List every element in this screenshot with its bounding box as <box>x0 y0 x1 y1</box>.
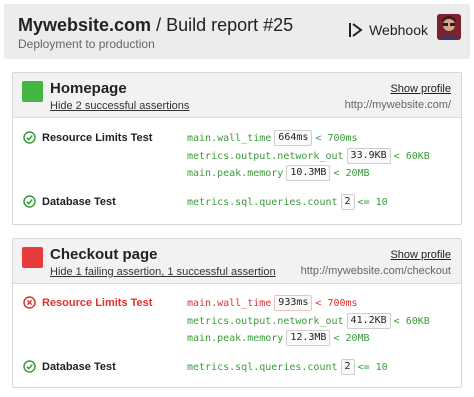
card-header: Checkout page Hide 1 failing assertion, … <box>13 239 461 284</box>
test-name: Database Test <box>42 195 116 208</box>
metric-name: metrics.output.network_out <box>187 315 344 327</box>
assertion-row: main.wall_time 933ms < 700ms <box>187 295 358 311</box>
report-name: Build report #25 <box>166 15 294 35</box>
webhook-link[interactable]: Webhook <box>349 22 428 38</box>
assertion-row: main.peak.memory 12.3MB < 20MB <box>187 330 370 346</box>
metric-name: metrics.sql.queries.count <box>187 196 338 208</box>
metric-threshold: < 60KB <box>393 315 430 327</box>
test-database: Database Test <box>23 360 116 373</box>
assertion-row: metrics.output.network_out 33.9KB < 60KB <box>187 148 430 164</box>
metric-value: 933ms <box>274 295 313 311</box>
check-circle-icon <box>23 195 36 208</box>
card-title: Homepage <box>50 80 127 97</box>
page-url: http://mywebsite.com/ <box>344 99 451 111</box>
webhook-label: Webhook <box>369 22 428 38</box>
report-header: Mywebsite.com / Build report #25 Deploym… <box>4 4 470 59</box>
test-resource-limits: Resource Limits Test <box>23 131 152 144</box>
metric-value: 2 <box>340 359 355 375</box>
assertion-row: metrics.output.network_out 41.2KB < 60KB <box>187 313 430 329</box>
card-title: Checkout page <box>50 246 158 263</box>
toggle-assertions-link[interactable]: Hide 1 failing assertion, 1 successful a… <box>50 266 276 278</box>
page-card-checkout: Checkout page Hide 1 failing assertion, … <box>12 238 462 388</box>
page-title: Mywebsite.com / Build report #25 <box>18 15 293 36</box>
show-profile-link[interactable]: Show profile <box>390 249 451 261</box>
metric-threshold: < 20MB <box>333 167 370 179</box>
check-circle-icon <box>23 360 36 373</box>
assertion-row: main.wall_time 664ms < 700ms <box>187 130 358 146</box>
show-profile-link[interactable]: Show profile <box>390 83 451 95</box>
page-subtitle: Deployment to production <box>18 37 155 51</box>
metric-name: main.wall_time <box>187 132 272 144</box>
assertion-row: metrics.sql.queries.count 2 <= 10 <box>187 194 388 210</box>
metric-threshold: <= 10 <box>357 361 388 373</box>
metric-threshold: < 60KB <box>393 150 430 162</box>
metric-value: 12.3MB <box>286 330 331 346</box>
check-circle-icon <box>23 131 36 144</box>
metric-name: main.wall_time <box>187 297 272 309</box>
metric-value: 664ms <box>274 130 313 146</box>
fail-status-square <box>22 247 43 268</box>
avatar[interactable] <box>437 14 461 40</box>
metric-threshold: < 700ms <box>315 132 358 144</box>
assertion-row: main.peak.memory 10.3MB < 20MB <box>187 165 370 181</box>
metric-name: metrics.output.network_out <box>187 150 344 162</box>
test-database: Database Test <box>23 195 116 208</box>
metric-value: 2 <box>340 194 355 210</box>
page-card-homepage: Homepage Hide 2 successful assertions Sh… <box>12 72 462 225</box>
page-url: http://mywebsite.com/checkout <box>300 265 451 277</box>
metric-name: main.peak.memory <box>187 332 284 344</box>
title-separator: / <box>156 15 162 35</box>
metric-value: 33.9KB <box>346 148 391 164</box>
metric-threshold: < 20MB <box>333 332 370 344</box>
metric-value: 41.2KB <box>346 313 391 329</box>
test-name: Resource Limits Test <box>42 296 153 309</box>
toggle-assertions-link[interactable]: Hide 2 successful assertions <box>50 100 189 112</box>
success-status-square <box>22 81 43 102</box>
card-header: Homepage Hide 2 successful assertions Sh… <box>13 73 461 118</box>
test-resource-limits: Resource Limits Test <box>23 296 152 309</box>
avatar-image <box>437 14 461 40</box>
assertion-row: metrics.sql.queries.count 2 <= 10 <box>187 359 388 375</box>
webhook-icon <box>349 23 363 37</box>
x-circle-icon <box>23 296 36 309</box>
metric-value: 10.3MB <box>286 165 331 181</box>
metric-threshold: <= 10 <box>357 196 388 208</box>
site-name: Mywebsite.com <box>18 15 152 35</box>
metric-name: main.peak.memory <box>187 167 284 179</box>
metric-name: metrics.sql.queries.count <box>187 361 338 373</box>
metric-threshold: < 700ms <box>315 297 358 309</box>
test-name: Database Test <box>42 360 116 373</box>
test-name: Resource Limits Test <box>42 131 153 144</box>
